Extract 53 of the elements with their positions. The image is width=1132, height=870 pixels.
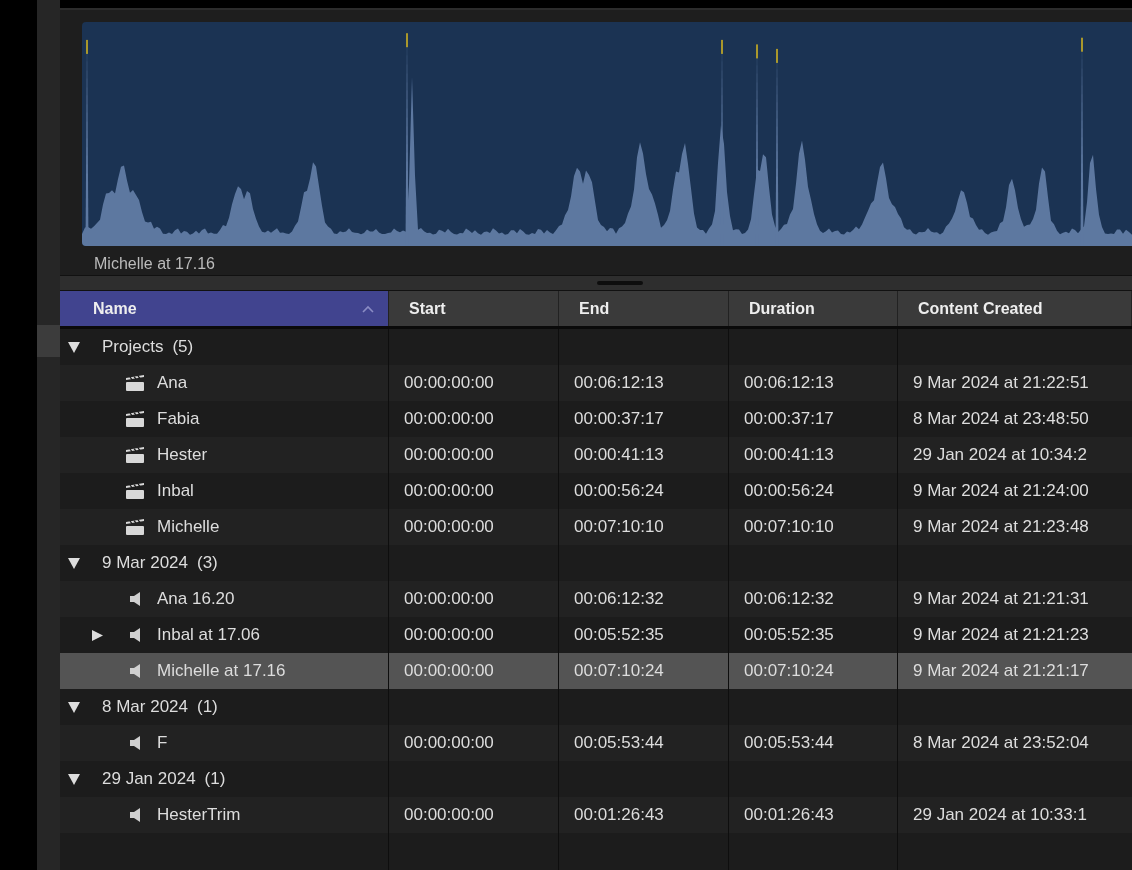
- column-header[interactable]: Start: [389, 291, 559, 326]
- disclosure-expanded-icon[interactable]: [68, 557, 80, 569]
- group-count: (5): [172, 337, 194, 357]
- group-count: (1): [197, 697, 218, 717]
- clip-name: HesterTrim: [157, 805, 241, 825]
- clapperboard-icon: [125, 446, 145, 464]
- table-cell-text: 9 Mar 2024 at 21:21:31: [912, 588, 1090, 610]
- speaker-icon: [130, 628, 140, 642]
- speaker-icon: [130, 808, 140, 822]
- table-cell-text: 9 Mar 2024 at 21:24:00: [912, 480, 1090, 502]
- table-cell-text: 9 Mar 2024 at 21:21:23: [912, 624, 1090, 646]
- column-header[interactable]: Duration: [729, 291, 898, 326]
- speaker-icon: [130, 664, 140, 678]
- clip-name: F: [157, 733, 168, 753]
- table-cell-text: 29 Jan 2024 at 10:33:1: [912, 804, 1088, 826]
- sort-ascending-icon: [362, 304, 374, 313]
- clip-name: Inbal at 17.06: [157, 625, 261, 645]
- column-header[interactable]: End: [559, 291, 729, 326]
- clip-name: Michelle: [157, 517, 220, 537]
- group-count: (3): [197, 553, 218, 573]
- disclosure-expanded-icon[interactable]: [68, 773, 80, 785]
- disclosure-expanded-icon[interactable]: [68, 341, 80, 353]
- group-label: 8 Mar 2024: [102, 697, 188, 717]
- clip-name: Ana 16.20: [157, 589, 235, 609]
- group-label: 9 Mar 2024: [102, 553, 188, 573]
- table-cell-text: 9 Mar 2024 at 21:23:48: [912, 516, 1090, 538]
- splitter-handle[interactable]: [597, 281, 643, 285]
- clip-name: Ana: [157, 373, 188, 393]
- scroll-thumb[interactable]: [37, 325, 60, 357]
- column-header[interactable]: Name: [60, 291, 389, 326]
- clip-name: Michelle at 17.16: [157, 661, 286, 681]
- clip-name: Inbal: [157, 481, 194, 501]
- group-label: 29 Jan 2024: [102, 769, 196, 789]
- clapperboard-icon: [125, 410, 145, 428]
- table-cell-text: 9 Mar 2024 at 21:21:17: [912, 660, 1090, 682]
- clapperboard-icon: [125, 482, 145, 500]
- group-count: (1): [204, 769, 226, 789]
- clapperboard-icon: [125, 374, 145, 392]
- speaker-icon: [130, 736, 140, 750]
- group-label: Projects: [102, 337, 164, 357]
- table-cell-text: 8 Mar 2024 at 23:52:04: [912, 732, 1090, 754]
- column-header[interactable]: Content Created: [898, 291, 1132, 326]
- table-cell-text: 9 Mar 2024 at 21:22:51: [912, 372, 1090, 394]
- disclosure-expanded-icon[interactable]: [68, 701, 80, 713]
- clapperboard-icon: [125, 518, 145, 536]
- speaker-icon: [130, 592, 140, 606]
- clip-name: Fabia: [157, 409, 200, 429]
- disclosure-collapsed-icon[interactable]: [92, 629, 104, 641]
- clip-title: Michelle at 17.16: [93, 254, 216, 274]
- table-cell-text: 8 Mar 2024 at 23:48:50: [912, 408, 1090, 430]
- clip-name: Hester: [157, 445, 208, 465]
- table-cell-text: 29 Jan 2024 at 10:34:2: [912, 444, 1088, 466]
- selected-row[interactable]: Michelle at 17.16 00:00:00:00 00:07:10:24 00:07:10:24 9 Mar 2024 at 21:21:17: [60, 653, 1132, 689]
